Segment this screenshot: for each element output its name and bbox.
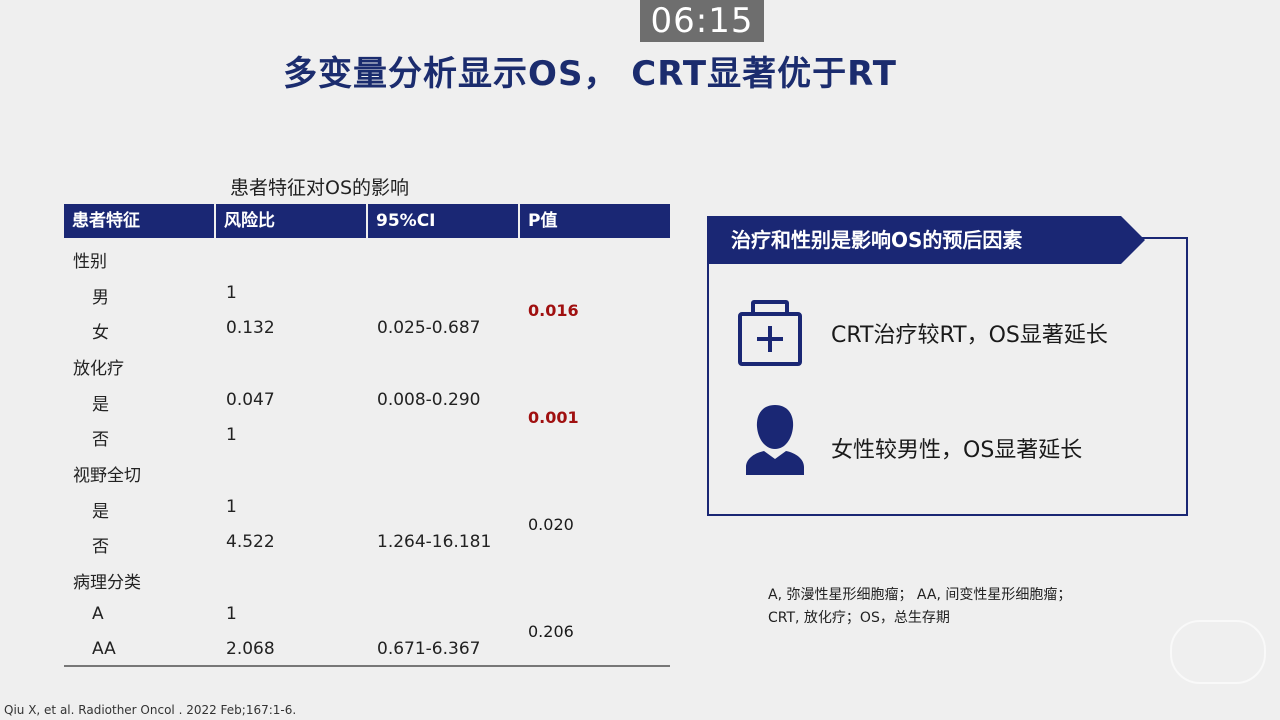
row-label: 否: [92, 430, 109, 450]
row-ci: 0.008-0.290: [377, 390, 481, 410]
video-timestamp: 06:15: [640, 0, 764, 42]
group-label: 病理分类: [73, 573, 141, 593]
group-label: 视野全切: [73, 466, 141, 486]
row-ci: 0.671-6.367: [377, 639, 481, 659]
group-p-value: 0.001: [528, 408, 579, 427]
row-ci: 1.264-16.181: [377, 532, 492, 552]
row-hazard-ratio: 0.132: [226, 318, 275, 338]
row-hazard-ratio: 2.068: [226, 639, 275, 659]
abbreviation-footnote-line1: A, 弥漫性星形细胞瘤； AA, 间变性星形细胞瘤；: [768, 587, 1072, 603]
row-label: AA: [92, 639, 116, 659]
reference-citation: Qiu X, et al. Radiother Oncol . 2022 Feb…: [4, 703, 297, 717]
summary-point-treatment: CRT治疗较RT，OS显著延长: [831, 323, 1108, 348]
row-label: 否: [92, 537, 109, 557]
row-label: 是: [92, 502, 109, 522]
row-ci: 0.025-0.687: [377, 318, 481, 338]
table-header-characteristic: 患者特征: [64, 204, 214, 238]
group-p-value: 0.020: [528, 515, 574, 534]
row-hazard-ratio: 1: [226, 604, 237, 624]
row-label: 是: [92, 395, 109, 415]
table-header-p-value: P值: [520, 204, 670, 238]
row-label: 女: [92, 323, 109, 343]
medical-kit-icon: [738, 300, 802, 370]
summary-heading: 治疗和性别是影响OS的预后因素: [707, 216, 1145, 264]
person-icon: [744, 403, 806, 481]
group-p-value: 0.016: [528, 301, 579, 320]
slide-title: 多变量分析显示OS， CRT显著优于RT: [283, 54, 897, 94]
table-header-ci: 95%CI: [368, 204, 518, 238]
table-caption: 患者特征对OS的影响: [230, 177, 410, 199]
summary-point-gender: 女性较男性，OS显著延长: [831, 438, 1083, 463]
row-hazard-ratio: 0.047: [226, 390, 275, 410]
table-header-hazard-ratio: 风险比: [216, 204, 366, 238]
abbreviation-footnote-line2: CRT, 放化疗；OS，总生存期: [768, 610, 950, 626]
row-hazard-ratio: 1: [226, 283, 237, 303]
watermark-logo: [1170, 620, 1266, 684]
table-bottom-rule: [64, 665, 670, 667]
row-label: 男: [92, 288, 109, 308]
row-hazard-ratio: 1: [226, 497, 237, 517]
row-label: A: [92, 604, 104, 624]
group-label: 放化疗: [73, 359, 124, 379]
group-p-value: 0.206: [528, 622, 574, 641]
row-hazard-ratio: 4.522: [226, 532, 275, 552]
row-hazard-ratio: 1: [226, 425, 237, 445]
group-label: 性别: [73, 252, 107, 272]
